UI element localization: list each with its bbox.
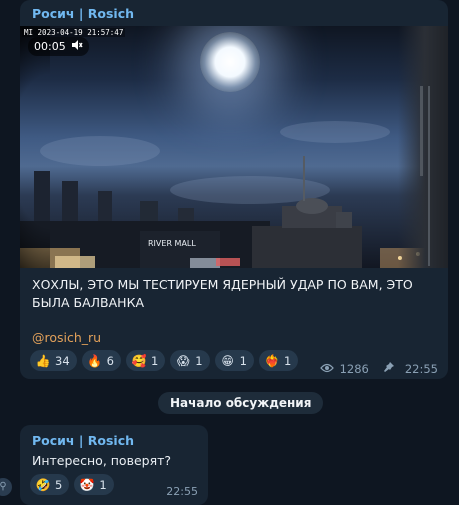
reaction-count: 6 bbox=[106, 353, 114, 368]
reaction-rolling-laughing[interactable]: 🤣 5 bbox=[30, 474, 70, 495]
post-caption: ХОХЛЫ, ЭТО МЫ ТЕСТИРУЕМ ЯДЕРНЫЙ УДАР ПО … bbox=[32, 277, 413, 310]
reaction-count: 34 bbox=[55, 353, 70, 368]
reaction-count: 1 bbox=[195, 353, 203, 368]
video-timestamp-overlay: MI 2023-04-19 21:57:47 bbox=[22, 28, 126, 37]
reaction-fire[interactable]: 🔥 6 bbox=[81, 350, 121, 371]
thumbs-up-icon: 👍 bbox=[35, 353, 51, 368]
mall-sign: RIVER MALL bbox=[148, 239, 196, 248]
reaction-grinning[interactable]: 😁 1 bbox=[214, 350, 254, 371]
view-count: 1286 bbox=[339, 361, 369, 376]
reply-time: 22:55 bbox=[166, 485, 198, 498]
reaction-count: 5 bbox=[55, 477, 63, 492]
speaker-muted-icon[interactable] bbox=[71, 39, 83, 54]
reaction-heart-on-fire[interactable]: ❤️‍🔥 1 bbox=[258, 350, 299, 371]
video-duration-badge[interactable]: 00:05 bbox=[28, 37, 89, 56]
screaming-face-icon: 😱 bbox=[177, 353, 190, 368]
reaction-count: 1 bbox=[283, 353, 292, 368]
reply-text: Интересно, поверят? bbox=[32, 453, 172, 468]
post-time: 22:55 bbox=[404, 361, 438, 376]
reaction-smiling-hearts[interactable]: 🥰 1 bbox=[125, 350, 166, 371]
reaction-count: 1 bbox=[99, 477, 107, 492]
channel-post-bubble[interactable]: Росич | Rosich RIVER MALL MI 2023-04-19 … bbox=[20, 0, 448, 379]
reaction-screaming[interactable]: 😱 1 bbox=[170, 350, 210, 371]
discussion-start-label: Начало обсуждения bbox=[158, 392, 324, 414]
timestamp-text: 2023-04-19 21:57:47 bbox=[37, 28, 124, 37]
channel-handle-link[interactable]: @rosich_ru bbox=[32, 330, 101, 345]
duration-text: 00:05 bbox=[34, 40, 66, 53]
reply-sender-name[interactable]: Росич | Rosich bbox=[32, 433, 134, 448]
reply-message-bubble[interactable]: Росич | Rosich Интересно, поверят? 🤣 5 🤡… bbox=[20, 425, 208, 505]
heart-on-fire-icon: ❤️‍🔥 bbox=[264, 353, 280, 368]
eye-icon bbox=[319, 362, 334, 376]
pin-icon bbox=[383, 361, 395, 376]
fire-icon: 🔥 bbox=[87, 353, 103, 368]
grinning-face-icon: 😁 bbox=[221, 353, 234, 368]
smiling-hearts-icon: 🥰 bbox=[131, 353, 147, 368]
clown-face-icon: 🤡 bbox=[79, 477, 95, 492]
post-reactions: 👍 34 🔥 6 🥰 1 😱 1 😁 1 ❤️‍🔥 1 bbox=[30, 350, 299, 371]
watermark: MI bbox=[24, 28, 34, 37]
video-player[interactable]: RIVER MALL MI 2023-04-19 21:57:47 00:05 bbox=[20, 26, 448, 268]
city-skyline-image: RIVER MALL bbox=[20, 156, 440, 268]
reaction-thumbs-up[interactable]: 👍 34 bbox=[30, 350, 77, 371]
reaction-count: 1 bbox=[150, 353, 159, 368]
reply-reactions: 🤣 5 🤡 1 bbox=[30, 474, 114, 495]
rolling-laughing-icon: 🤣 bbox=[35, 477, 51, 492]
post-sender-name[interactable]: Росич | Rosich bbox=[32, 6, 134, 21]
attach-icon[interactable]: ⚲ bbox=[0, 478, 12, 496]
reaction-clown[interactable]: 🤡 1 bbox=[74, 474, 114, 495]
post-meta: 1286 22:55 bbox=[319, 361, 438, 376]
reaction-count: 1 bbox=[239, 353, 247, 368]
